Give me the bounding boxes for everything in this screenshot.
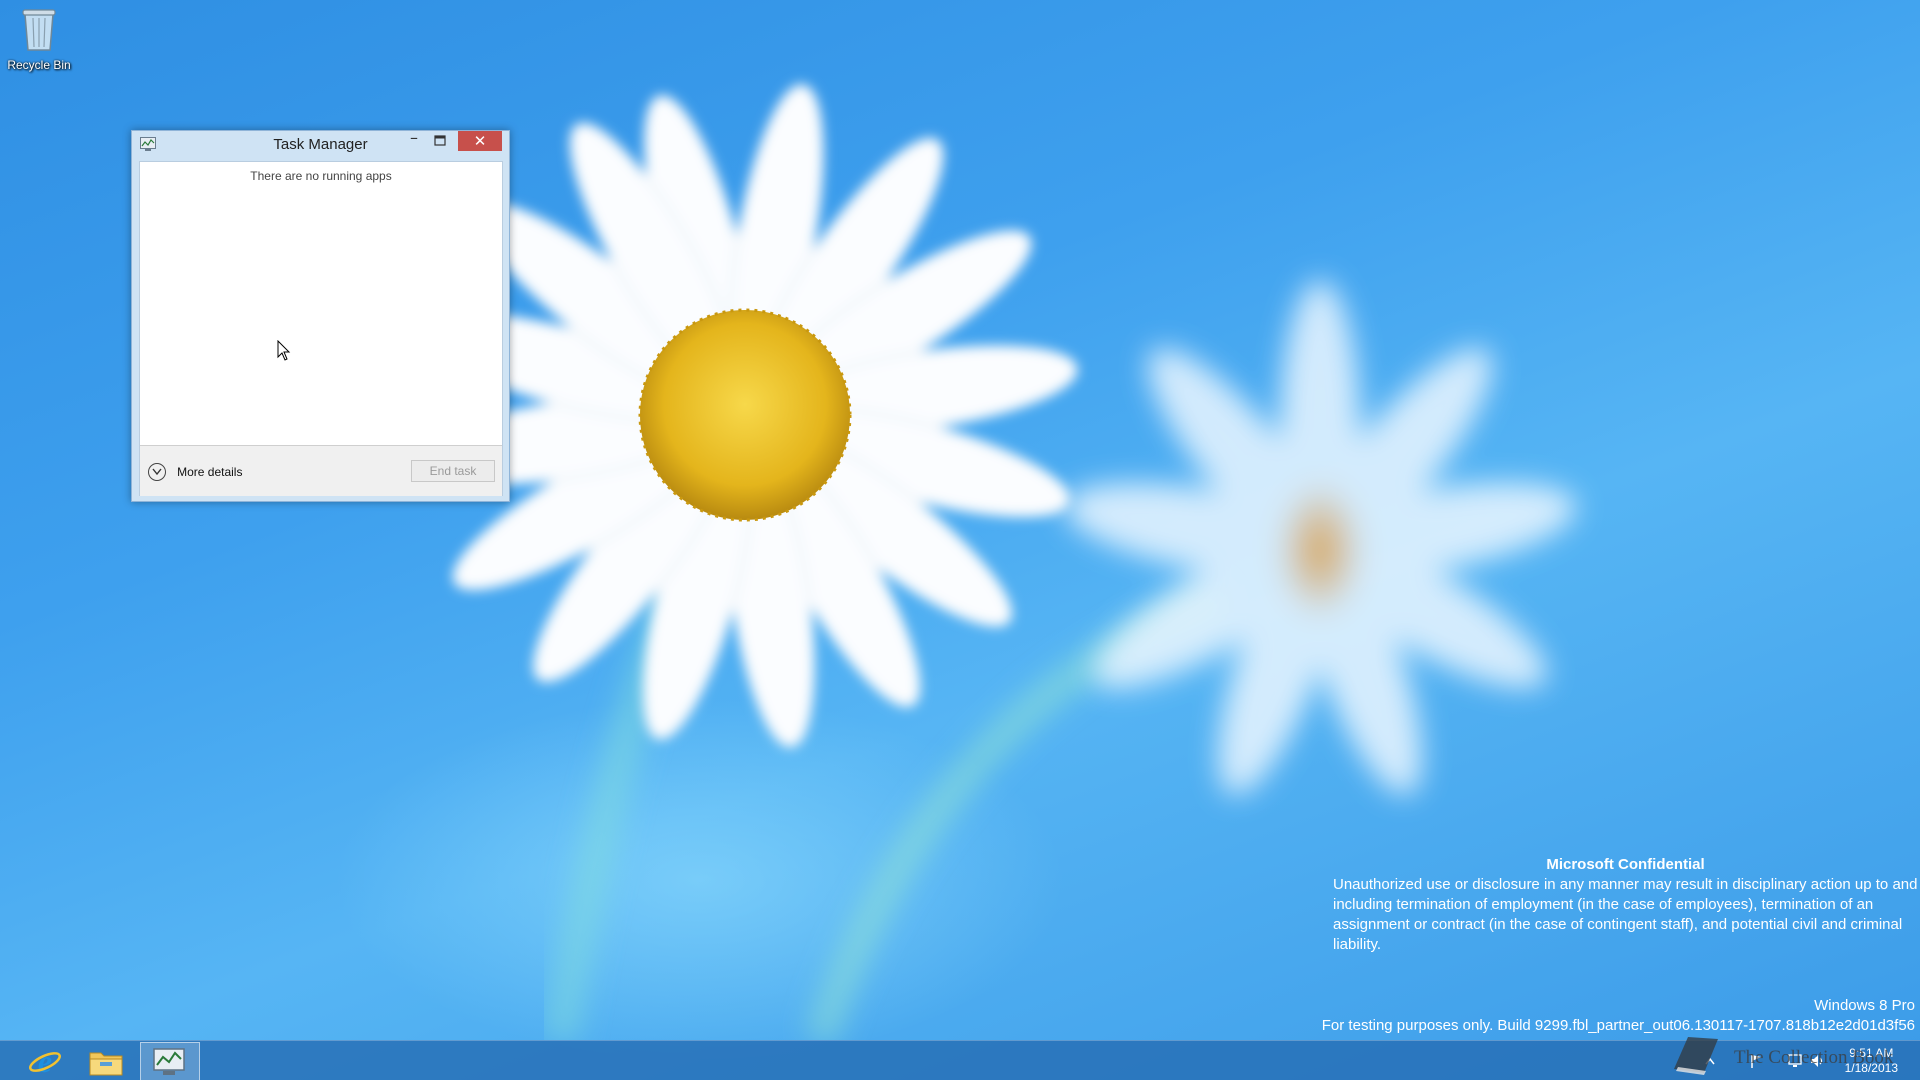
taskbar-file-explorer[interactable] <box>77 1042 135 1080</box>
task-manager-window[interactable]: Task Manager – ✕ There are no running ap… <box>131 130 510 502</box>
mouse-pointer-icon <box>277 340 291 361</box>
more-details-label: More details <box>177 464 243 479</box>
recycle-bin[interactable]: Recycle Bin <box>4 4 74 72</box>
window-footer: More details End task <box>140 445 502 496</box>
svg-text:e: e <box>38 1044 52 1078</box>
minimize-button[interactable]: – <box>401 128 427 151</box>
app-list-panel: There are no running apps More details E… <box>139 161 503 496</box>
maximize-icon <box>434 135 446 146</box>
more-details-toggle[interactable]: More details <box>148 461 242 481</box>
watermark-text: The Collection Book <box>1734 1047 1894 1068</box>
maximize-button[interactable] <box>427 131 453 151</box>
end-task-button[interactable]: End task <box>411 460 495 482</box>
recycle-bin-label: Recycle Bin <box>7 58 71 72</box>
empty-state-message: There are no running apps <box>250 169 392 183</box>
minimize-icon: – <box>410 128 418 147</box>
title-bar[interactable]: Task Manager – ✕ <box>132 128 509 161</box>
edition-name: Windows 8 Pro <box>1814 997 1915 1014</box>
taskbar: e 9:51 AM 1/18/2013 The Collection Book <box>0 1037 1920 1080</box>
close-icon: ✕ <box>473 132 487 150</box>
confidential-title: Microsoft Confidential <box>1546 856 1705 873</box>
internet-explorer-icon: e <box>29 1043 61 1079</box>
chevron-down-icon <box>148 462 166 481</box>
site-watermark: The Collection Book <box>1668 1029 1918 1080</box>
close-button[interactable]: ✕ <box>458 131 502 151</box>
confidential-body: Unauthorized use or disclosure in any ma… <box>1333 876 1918 953</box>
taskbar-internet-explorer[interactable]: e <box>16 1042 74 1080</box>
book-logo-icon <box>1674 1037 1718 1075</box>
task-manager-icon <box>153 1048 185 1075</box>
taskbar-task-manager[interactable] <box>140 1042 200 1080</box>
file-explorer-icon <box>89 1052 123 1076</box>
desktop: Recycle Bin Task Manager – ✕ There are n… <box>0 0 1920 1080</box>
recycle-bin-icon <box>22 9 56 51</box>
confidential-notice: Microsoft Confidential Unauthorized use … <box>1333 855 1918 955</box>
